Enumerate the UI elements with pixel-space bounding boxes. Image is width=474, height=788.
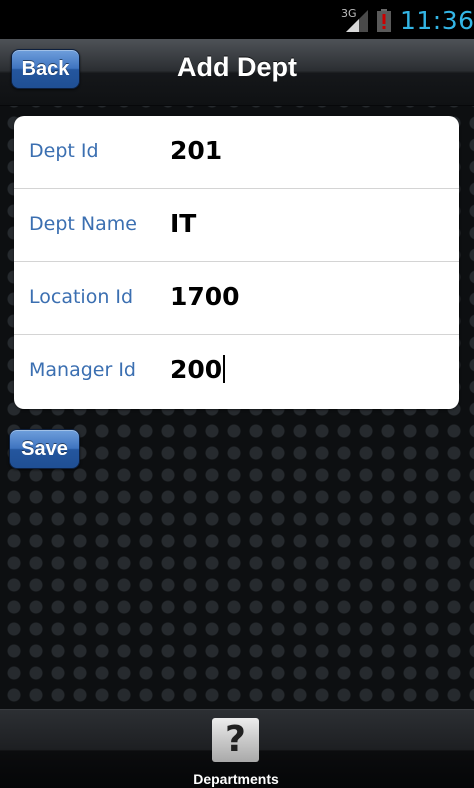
app-screen: 3G 11:36 Back Add Dept Dept Id 201 Dept … bbox=[0, 0, 474, 788]
page-title: Add Dept bbox=[177, 52, 297, 82]
back-button[interactable]: Back bbox=[11, 49, 80, 89]
status-bar: 3G 11:36 bbox=[0, 0, 474, 39]
field-location-id[interactable]: Location Id 1700 bbox=[14, 262, 459, 335]
location-id-input[interactable]: 1700 bbox=[170, 282, 240, 311]
field-label: Dept Id bbox=[29, 140, 99, 162]
clock: 11:36 bbox=[400, 6, 474, 35]
signal-icon bbox=[346, 10, 368, 32]
battery-alert-icon bbox=[377, 9, 391, 32]
save-button[interactable]: Save bbox=[9, 429, 80, 469]
field-label: Location Id bbox=[29, 286, 134, 308]
field-label: Dept Name bbox=[29, 213, 137, 235]
field-label: Manager Id bbox=[29, 359, 136, 381]
manager-id-value: 200 bbox=[170, 355, 223, 384]
tab-bar: ? Departments bbox=[0, 709, 474, 788]
tab-label: Departments bbox=[193, 771, 279, 787]
dept-id-input[interactable]: 201 bbox=[170, 136, 222, 165]
tab-departments[interactable]: ? Departments bbox=[177, 710, 297, 788]
help-icon: ? bbox=[212, 718, 259, 762]
field-manager-id[interactable]: Manager Id 200 bbox=[14, 335, 459, 409]
field-dept-name[interactable]: Dept Name IT bbox=[14, 189, 459, 262]
manager-id-input[interactable]: 200 bbox=[170, 355, 226, 384]
dept-name-input[interactable]: IT bbox=[170, 209, 196, 238]
form-card: Dept Id 201 Dept Name IT Location Id 170… bbox=[14, 116, 459, 409]
text-cursor bbox=[223, 355, 226, 383]
field-dept-id[interactable]: Dept Id 201 bbox=[14, 116, 459, 189]
